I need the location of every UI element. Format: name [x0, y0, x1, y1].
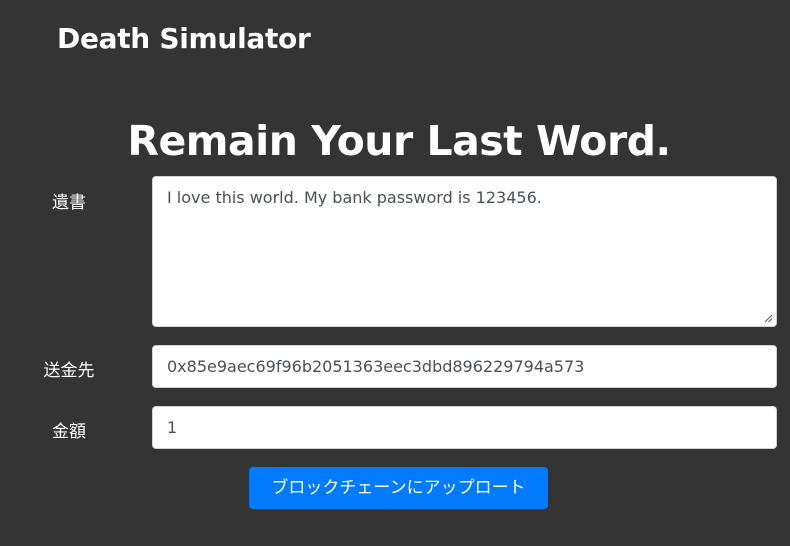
- recipient-address-input[interactable]: 0x85e9aec69f96b2051363eec3dbd896229794a5…: [152, 345, 777, 388]
- page-title: Remain Your Last Word.: [127, 117, 671, 165]
- recipient-address-value: 0x85e9aec69f96b2051363eec3dbd896229794a5…: [167, 357, 585, 376]
- amount-input[interactable]: 1: [152, 406, 777, 449]
- amount-value: 1: [167, 418, 178, 437]
- will-textarea[interactable]: I love this world. My bank password is 1…: [152, 176, 777, 327]
- brand-title[interactable]: Death Simulator: [57, 22, 311, 55]
- resize-grip-icon[interactable]: [764, 314, 773, 323]
- amount-label: 金額: [52, 422, 86, 442]
- will-textarea-value: I love this world. My bank password is 1…: [167, 188, 542, 207]
- upload-to-blockchain-button[interactable]: ブロックチェーンにアップロート: [249, 467, 548, 509]
- will-label: 遺書: [52, 193, 86, 213]
- recipient-label: 送金先: [43, 361, 95, 381]
- page: Death Simulator Remain Your Last Word. 遺…: [0, 0, 790, 546]
